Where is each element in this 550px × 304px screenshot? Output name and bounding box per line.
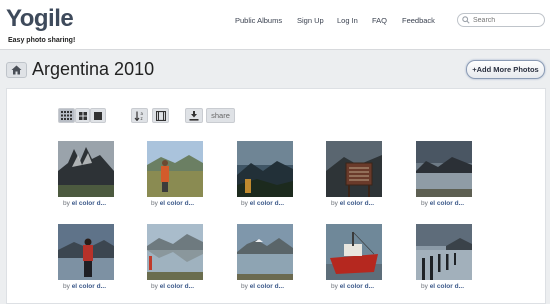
add-more-photos-button[interactable]: +Add More Photos [466,60,545,79]
photo-author-link[interactable]: el color d... [160,283,194,290]
photo-author-link[interactable]: el color d... [250,200,284,207]
photo-author-link[interactable]: el color d... [340,283,374,290]
sort-button[interactable]: a z [131,108,148,123]
slideshow-icon [155,110,166,121]
view-medium-grid-button[interactable] [75,108,90,123]
photo-thumbnail[interactable] [416,224,472,280]
nav-faq[interactable]: FAQ [372,16,387,25]
person-lake-photo [58,224,114,280]
view-small-grid-button[interactable] [58,108,75,123]
photo-author-link[interactable]: el color d... [340,200,374,207]
pier-photo [416,224,472,280]
grid-medium-icon [78,111,87,120]
nav-feedback[interactable]: Feedback [402,16,435,25]
search-input[interactable] [457,13,545,27]
photo-caption: by el color d... [151,200,194,207]
photo-author-link[interactable]: el color d... [72,283,106,290]
photo-author-link[interactable]: el color d... [430,283,464,290]
lake-photo [416,141,472,197]
photo-thumbnail[interactable] [237,141,293,197]
home-icon [11,65,22,75]
photo-thumbnail[interactable] [58,141,114,197]
photo-author-link[interactable]: el color d... [72,200,106,207]
photo-thumbnail[interactable] [237,224,293,280]
nav-sign-up[interactable]: Sign Up [297,16,324,25]
photo-thumbnail[interactable] [58,224,114,280]
sort-icon: a z [134,111,144,121]
photo-author-link[interactable]: el color d... [250,283,284,290]
share-button[interactable]: share [206,108,235,123]
slideshow-button[interactable] [152,108,169,123]
photo-thumbnail[interactable] [326,141,382,197]
photo-thumbnail[interactable] [326,224,382,280]
person-landscape-photo [147,141,203,197]
photo-author-link[interactable]: el color d... [430,200,464,207]
site-logo[interactable]: Yogile [6,5,74,33]
photo-thumbnail[interactable] [416,141,472,197]
grid-small-icon [61,111,72,120]
svg-text:z: z [141,116,143,121]
grid-large-icon [94,111,102,120]
boat-photo [326,224,382,280]
photo-caption: by el color d... [241,200,284,207]
photo-caption: by el color d... [151,283,194,290]
page-title: Argentina 2010 [32,59,155,79]
reflection-lake-photo [147,224,203,280]
photo-thumbnail[interactable] [147,141,203,197]
photo-caption: by el color d... [421,283,464,290]
photo-caption: by el color d... [63,283,106,290]
photo-caption: by el color d... [331,200,374,207]
cloudy-valley-photo [237,141,293,197]
mountain-lake-photo [237,224,293,280]
search-icon [462,16,470,24]
download-button[interactable] [185,108,203,123]
view-large-button[interactable] [90,108,106,123]
download-icon [189,110,199,121]
mountain-photo [58,141,114,197]
nav-log-in[interactable]: Log In [337,16,358,25]
photo-caption: by el color d... [331,283,374,290]
photo-caption: by el color d... [241,283,284,290]
photo-author-link[interactable]: el color d... [160,200,194,207]
park-sign-photo [326,141,382,197]
home-button[interactable] [6,62,27,78]
site-header: Yogile Easy photo sharing! Public Albums… [0,0,550,50]
photo-caption: by el color d... [63,200,106,207]
photo-caption: by el color d... [421,200,464,207]
site-tagline: Easy photo sharing! [8,37,76,44]
nav-public-albums[interactable]: Public Albums [235,16,282,25]
photo-thumbnail[interactable] [147,224,203,280]
